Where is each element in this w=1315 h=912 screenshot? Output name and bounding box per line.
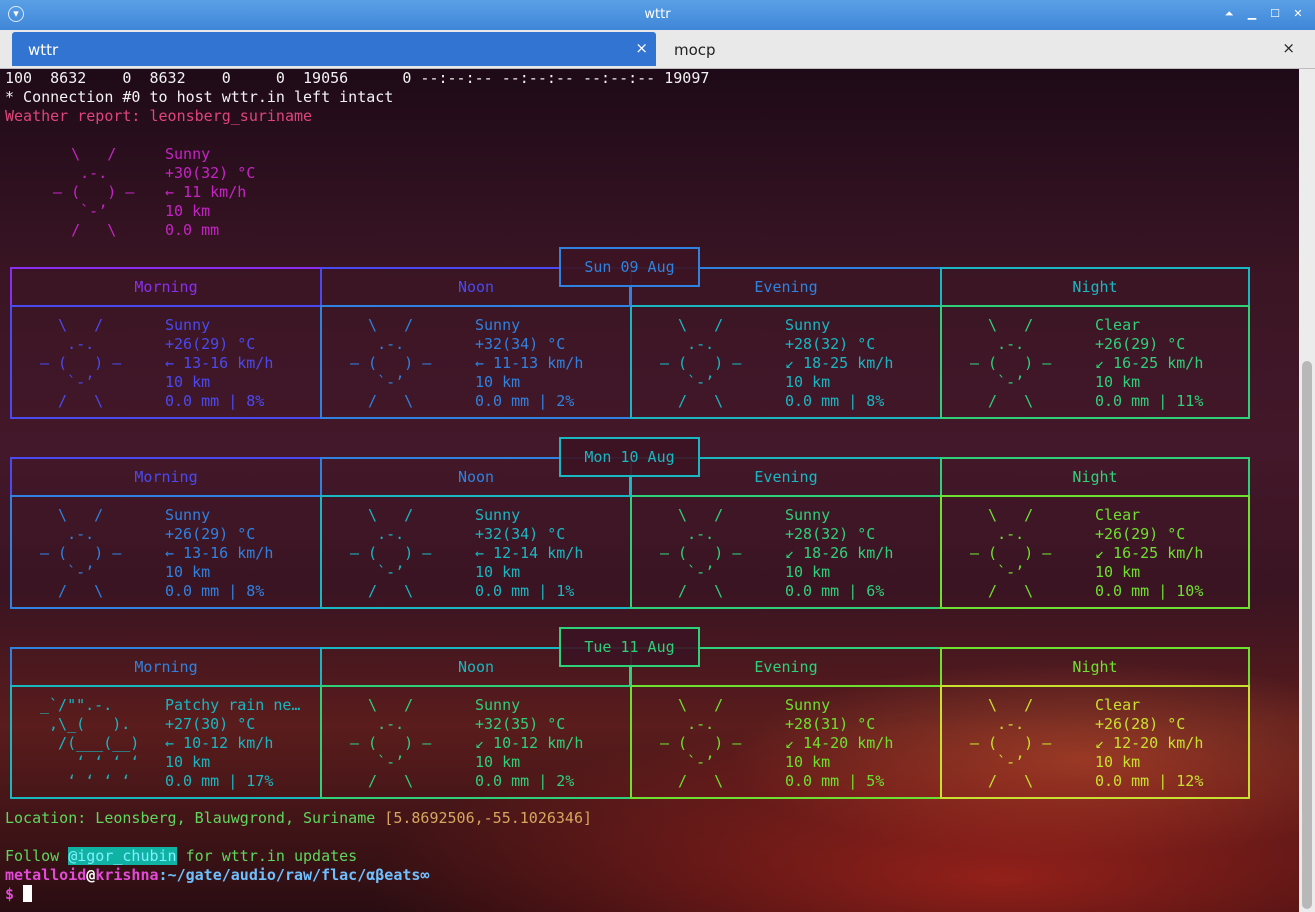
tab-close-icon[interactable]: × [635,39,648,57]
maximize-icon[interactable]: ☐ [1267,6,1283,22]
terminal-output[interactable]: 100 8632 0 8632 0 0 19056 0 --:--:-- --:… [0,69,1299,912]
period-cell: \ / .-. ― ( ) ― `-’ / \ Sunny +26(29) °C … [10,495,322,609]
forecast-date: Sun 09 Aug [559,247,700,287]
period-header: Morning [10,457,322,497]
connection-line: * Connection #0 to host wttr.in left int… [5,88,394,106]
tab-label: mocp [674,41,716,59]
period-cell: \ / .-. ― ( ) ― `-’ / \ Sunny +28(32) °C … [630,305,942,419]
period-cell: _`/"".-. ,\_( ). /(___(__) ‘ ‘ ‘ ‘ ‘ ‘ ‘… [10,685,322,799]
text-cursor[interactable] [23,885,33,902]
tab-label: wttr [28,41,59,59]
prompt-at: @ [86,866,96,884]
prompt-host: krishna [95,866,159,884]
window-title: wttr [644,7,671,22]
period-header: Morning [10,647,322,687]
sun-ascii-icon: \ / .-. ― ( ) ― `-’ / \ [40,506,122,600]
follow-prefix: Follow [5,847,69,865]
sun-ascii-icon: \ / .-. ― ( ) ― `-’ / \ [350,506,432,600]
period-conditions: Clear +26(28) °C ↙ 12-20 km/h 10 km 0.0 … [1095,696,1204,790]
prompt-path: :~/gate/audio/raw/flac/αβeats∞ [158,866,430,884]
window-titlebar: ▾ wttr ⏶ ▁ ☐ ✕ [0,0,1315,30]
command-input-line[interactable]: $ [5,885,33,904]
period-label: Night [1072,278,1118,296]
period-cell: \ / .-. ― ( ) ― `-’ / \ Sunny +32(34) °C … [320,495,632,609]
keep-above-icon[interactable]: ⏶ [1221,6,1237,22]
follow-line: Follow @igor_chubin for wttr.in updates [5,847,357,866]
forecast-day: Morning _`/"".-. ,\_( ). /(___(__) ‘ ‘ ‘ … [10,627,1250,799]
forecast-day: Morning \ / .-. ― ( ) ― `-’ / \ Sunny +26… [10,437,1250,609]
location-text: Location: Leonsberg, Blauwgrond, Surinam… [5,809,385,827]
twitter-handle-link[interactable]: @igor_chubin [68,847,177,865]
scrollbar-thumb[interactable] [1302,361,1312,909]
period-header: Night [940,647,1250,687]
period-conditions: Clear +26(29) °C ↙ 16-25 km/h 10 km 0.0 … [1095,506,1204,600]
date-connector [629,667,631,687]
period-label: Night [1072,468,1118,486]
period-header: Night [940,457,1250,497]
tab-bar: wttr × mocp × [0,30,1315,69]
follow-suffix: for wttr.in updates [176,847,358,865]
period-cell: \ / .-. ― ( ) ― `-’ / \ Sunny +26(29) °C … [10,305,322,419]
forecast-date: Mon 10 Aug [559,437,700,477]
prompt-user: metalloid [5,866,87,884]
period-conditions: Sunny +28(32) °C ↙ 18-26 km/h 10 km 0.0 … [785,506,894,600]
sun-ascii-icon: \ / .-. ― ( ) ― `-’ / \ [970,316,1052,410]
rain-cloud-ascii-icon: _`/"".-. ,\_( ). /(___(__) ‘ ‘ ‘ ‘ ‘ ‘ ‘… [40,696,140,790]
period-conditions: Sunny +26(29) °C ← 13-16 km/h 10 km 0.0 … [165,506,274,600]
sun-ascii-icon: \ / .-. ― ( ) ― `-’ / \ [350,696,432,790]
period-label: Morning [134,658,198,676]
period-label: Morning [134,278,198,296]
period-cell: \ / .-. ― ( ) ― `-’ / \ Sunny +32(35) °C … [320,685,632,799]
tab-wttr[interactable]: wttr × [12,32,656,66]
terminal-scrollbar[interactable] [1299,69,1315,912]
period-label: Night [1072,658,1118,676]
close-window-icon[interactable]: ✕ [1290,6,1306,22]
period-conditions: Sunny +32(34) °C ← 12-14 km/h 10 km 0.0 … [475,506,584,600]
date-connector [629,287,631,307]
period-conditions: Clear +26(29) °C ↙ 16-25 km/h 10 km 0.0 … [1095,316,1204,410]
sun-ascii-icon: \ / .-. ― ( ) ― `-’ / \ [40,316,122,410]
period-cell: \ / .-. ― ( ) ― `-’ / \ Clear +26(28) °C … [940,685,1250,799]
minimize-icon[interactable]: ▁ [1244,6,1260,22]
curl-progress-line: 100 8632 0 8632 0 0 19056 0 --:--:-- --:… [5,69,710,87]
period-cell: \ / .-. ― ( ) ― `-’ / \ Sunny +32(34) °C … [320,305,632,419]
period-header: Night [940,267,1250,307]
period-conditions: Sunny +32(34) °C ← 11-13 km/h 10 km 0.0 … [475,316,584,410]
period-conditions: Sunny +26(29) °C ← 13-16 km/h 10 km 0.0 … [165,316,274,410]
location-line: Location: Leonsberg, Blauwgrond, Surinam… [5,809,592,828]
period-cell: \ / .-. ― ( ) ― `-’ / \ Sunny +28(32) °C … [630,495,942,609]
sun-ascii-icon: \ / .-. ― ( ) ― `-’ / \ [660,696,742,790]
location-coordinates: [5.8692506,-55.1026346] [384,809,593,827]
period-label: Morning [134,468,198,486]
date-connector [629,477,631,497]
sun-ascii-icon: \ / .-. ― ( ) ― `-’ / \ [970,506,1052,600]
shell-prompt: metalloid@krishna:~/gate/audio/raw/flac/… [5,866,429,885]
tab-close-icon[interactable]: × [1282,39,1295,57]
sun-ascii-icon: \ / .-. ― ( ) ― `-’ / \ [53,145,135,239]
period-cell: \ / .-. ― ( ) ― `-’ / \ Sunny +28(31) °C … [630,685,942,799]
tab-mocp[interactable]: mocp × [658,32,1303,66]
weather-report-title: Weather report: leonsberg_suriname [5,107,313,125]
forecast-day: Morning \ / .-. ― ( ) ― `-’ / \ Sunny +26… [10,247,1250,419]
period-cell: \ / .-. ― ( ) ― `-’ / \ Clear +26(29) °C … [940,495,1250,609]
prompt-symbol: $ [5,885,24,903]
sun-ascii-icon: \ / .-. ― ( ) ― `-’ / \ [350,316,432,410]
period-conditions: Sunny +32(35) °C ↙ 10-12 km/h 10 km 0.0 … [475,696,584,790]
period-cell: \ / .-. ― ( ) ― `-’ / \ Clear +26(29) °C … [940,305,1250,419]
period-conditions: Sunny +28(32) °C ↙ 18-25 km/h 10 km 0.0 … [785,316,894,410]
sun-ascii-icon: \ / .-. ― ( ) ― `-’ / \ [660,316,742,410]
sun-ascii-icon: \ / .-. ― ( ) ― `-’ / \ [660,506,742,600]
forecast-date: Tue 11 Aug [559,627,700,667]
sun-ascii-icon: \ / .-. ― ( ) ― `-’ / \ [970,696,1052,790]
period-conditions: Sunny +28(31) °C ↙ 14-20 km/h 10 km 0.0 … [785,696,894,790]
period-conditions: Patchy rain ne… +27(30) °C ← 10-12 km/h … [165,696,301,790]
period-header: Morning [10,267,322,307]
current-conditions: Sunny +30(32) °C ← 11 km/h 10 km 0.0 mm [165,145,256,239]
